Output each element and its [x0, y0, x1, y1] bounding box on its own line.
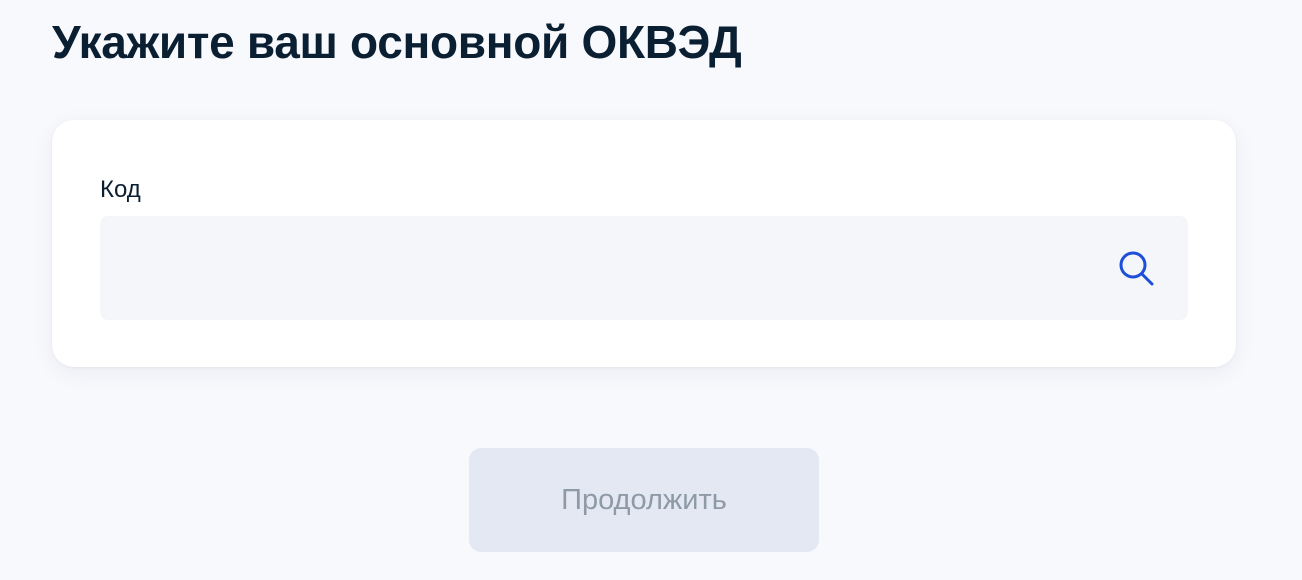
page-title: Укажите ваш основной ОКВЭД [52, 16, 742, 68]
continue-button[interactable]: Продолжить [469, 448, 819, 552]
okved-form-card: Код [52, 120, 1236, 367]
search-button[interactable] [1116, 248, 1156, 288]
search-icon [1119, 251, 1154, 286]
code-input-container[interactable] [100, 216, 1188, 320]
code-field-label: Код [100, 176, 141, 203]
code-input[interactable] [100, 216, 1188, 320]
